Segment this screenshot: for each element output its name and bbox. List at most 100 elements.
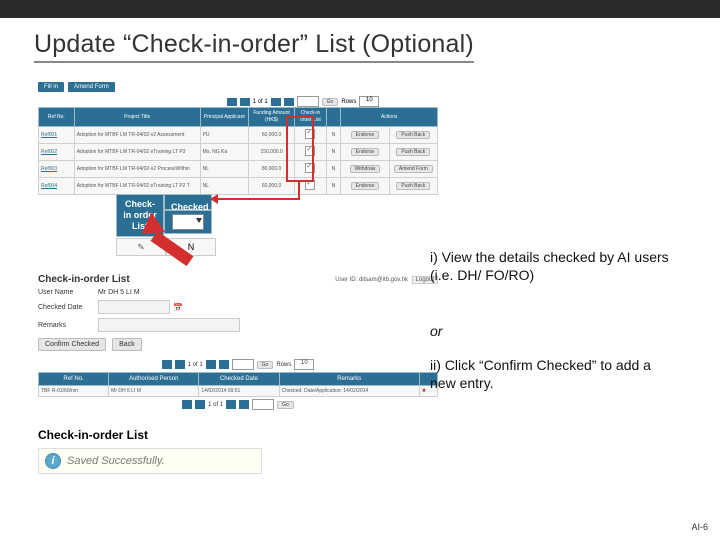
popout-col-checkin: Check-in order List bbox=[116, 194, 164, 237]
cell-title: Adoption for MTBF LM TR-04/02 eTraining … bbox=[74, 144, 200, 161]
cell-action[interactable]: Withdraw bbox=[341, 161, 389, 178]
cellB-date: 14/02/2014 09:51 bbox=[199, 386, 279, 397]
label-remarks: Remarks bbox=[38, 322, 98, 329]
popout-row: ✎ N bbox=[116, 238, 216, 256]
cellB-person: Mr DH 5 LI M bbox=[109, 386, 199, 397]
pager-go-button[interactable]: Go bbox=[257, 361, 274, 369]
slide-title: Update “Check-in-order” List (Optional) bbox=[34, 30, 474, 63]
cell-checkbox[interactable] bbox=[295, 127, 326, 144]
pager-first-icon[interactable] bbox=[162, 360, 172, 369]
pager-next-icon[interactable] bbox=[206, 360, 216, 369]
pager-page-input[interactable] bbox=[232, 359, 254, 370]
saved-message-bar: i Saved Successfully. bbox=[38, 448, 262, 474]
info-icon: i bbox=[45, 453, 61, 469]
cell-action[interactable]: Amend Form bbox=[389, 161, 437, 178]
label-checked-date: Checked Date bbox=[38, 304, 98, 311]
check-icon bbox=[305, 146, 315, 156]
pager-last-icon[interactable] bbox=[239, 400, 249, 409]
screenshot-checkin-form: Check-in-order List User ID: ditsam@itb.… bbox=[38, 274, 438, 410]
cell-title: Adoption for MTBF LM TR-04/02-v2 Assessm… bbox=[74, 127, 200, 144]
colB-person: Authorised Person bbox=[109, 373, 199, 386]
cell-amount: 150,000.0 bbox=[248, 144, 294, 161]
table-row: Ref001 Adoption for MTBF LM TR-04/02-v2 … bbox=[39, 127, 438, 144]
input-remarks[interactable] bbox=[98, 318, 240, 332]
checked-dropdown[interactable] bbox=[172, 214, 204, 230]
screenshot-project-list: Fill in Amend Form 1 of 1 Go Rows 10 Ref… bbox=[38, 82, 438, 195]
cell-pa: NL bbox=[200, 161, 248, 178]
pager-text: 1 of 1 bbox=[253, 99, 268, 105]
delete-icon: ✖ bbox=[422, 388, 426, 394]
col-amount: Funding Amount (HK$) bbox=[248, 108, 294, 127]
pager-last-icon[interactable] bbox=[219, 360, 229, 369]
cell-ref[interactable]: Ref003 bbox=[39, 161, 75, 178]
calendar-icon[interactable]: 📅 bbox=[173, 303, 183, 312]
cell-action[interactable]: Endorse bbox=[341, 144, 389, 161]
slide-top-bar bbox=[0, 0, 720, 18]
cell-title: Adoption for MTBF LM TR-04/02-v2 Process… bbox=[74, 161, 200, 178]
pager-prev-icon[interactable] bbox=[175, 360, 185, 369]
popout-edit-cell[interactable]: ✎ bbox=[116, 238, 166, 256]
instruction-or: or bbox=[430, 322, 680, 340]
cell-checkbox[interactable] bbox=[295, 161, 326, 178]
pager-next-icon[interactable] bbox=[226, 400, 236, 409]
pager-first-icon[interactable] bbox=[182, 400, 192, 409]
tab-amend-form[interactable]: Amend Form bbox=[68, 82, 115, 92]
pager-go-button[interactable]: Go bbox=[322, 98, 339, 106]
user-id-text: User ID: ditsam@itb.gov.hk bbox=[335, 277, 408, 283]
cell-ref[interactable]: Ref002 bbox=[39, 144, 75, 161]
pager-prev-icon[interactable] bbox=[240, 98, 250, 106]
col-actions: Actions bbox=[341, 108, 438, 127]
pager-rows-select[interactable]: 10 bbox=[294, 359, 314, 370]
cell-action[interactable]: Push Back bbox=[389, 178, 437, 195]
tab-fill-in[interactable]: Fill in bbox=[38, 82, 64, 92]
cell-action[interactable]: Endorse bbox=[341, 178, 389, 195]
cell-flag: N bbox=[326, 178, 341, 195]
check-icon bbox=[305, 163, 315, 173]
cell-ref[interactable]: Ref004 bbox=[39, 178, 75, 195]
pager-rows-select[interactable]: 10 bbox=[359, 96, 379, 107]
pencil-icon: ✎ bbox=[137, 242, 145, 253]
value-user-name: Mr DH 5 LI M bbox=[98, 289, 140, 296]
pager-text: 1 of 1 bbox=[188, 362, 203, 368]
cell-amount: 60,000.0 bbox=[248, 178, 294, 195]
popout-col-checked: Checked bbox=[164, 194, 212, 210]
table-row: Ref002 Adoption for MTBF LM TR-04/02 eTr… bbox=[39, 144, 438, 161]
slide-body: Update “Check-in-order” List (Optional) … bbox=[0, 18, 720, 540]
input-checked-date[interactable] bbox=[98, 300, 170, 314]
back-button[interactable]: Back bbox=[112, 338, 142, 351]
col-blank bbox=[326, 108, 341, 127]
pager-go-button[interactable]: Go bbox=[277, 401, 294, 409]
table-row: Ref004 Adoption for MTBF LM TR-04/02 eTr… bbox=[39, 178, 438, 195]
tabs-row: Fill in Amend Form bbox=[38, 82, 438, 92]
pager-text: 1 of 1 bbox=[208, 402, 223, 408]
cell-ref[interactable]: Ref001 bbox=[39, 127, 75, 144]
popout-checkin-columns: Check-in order List Checked bbox=[116, 194, 212, 237]
cell-action[interactable]: Endorse bbox=[341, 127, 389, 144]
pager-last-icon[interactable] bbox=[284, 98, 294, 106]
annotation-arrowhead-icon bbox=[210, 194, 218, 204]
pager-page-input[interactable] bbox=[297, 96, 319, 107]
pager-rows-label: Rows bbox=[276, 362, 291, 368]
check-icon bbox=[305, 180, 315, 190]
instruction-step-2: ii) Click “Confirm Checked” to add a new… bbox=[430, 356, 680, 392]
confirm-checked-button[interactable]: Confirm Checked bbox=[38, 338, 106, 351]
cell-action[interactable]: Push Back bbox=[389, 127, 437, 144]
instruction-step-1: i) View the details checked by AI users … bbox=[430, 248, 680, 284]
cell-action[interactable]: Push Back bbox=[389, 144, 437, 161]
pager-prev-icon[interactable] bbox=[195, 400, 205, 409]
pager-first-icon[interactable] bbox=[227, 98, 237, 106]
pager-top: 1 of 1 Go Rows 10 bbox=[38, 96, 438, 107]
cell-amount: 60,000.0 bbox=[248, 127, 294, 144]
cellB-ref: TBF R-01/60/nm bbox=[39, 386, 109, 397]
pager-next-icon[interactable] bbox=[271, 98, 281, 106]
colB-ref: Ref No. bbox=[39, 373, 109, 386]
cell-checkbox[interactable] bbox=[295, 144, 326, 161]
checked-history-table: Ref No. Authorised Person Checked Date R… bbox=[38, 372, 438, 397]
cell-pa: PU bbox=[200, 127, 248, 144]
saved-heading: Check-in-order List bbox=[38, 428, 438, 442]
pager-page-input[interactable] bbox=[252, 399, 274, 410]
screenshot-saved-confirmation: Check-in-order List i Saved Successfully… bbox=[38, 428, 438, 474]
cell-title: Adoption for MTBF LM TR-04/02 eTraining … bbox=[74, 178, 200, 195]
cell-amount: 80,000.0 bbox=[248, 161, 294, 178]
cell-pa: Ms. NG Ka bbox=[200, 144, 248, 161]
